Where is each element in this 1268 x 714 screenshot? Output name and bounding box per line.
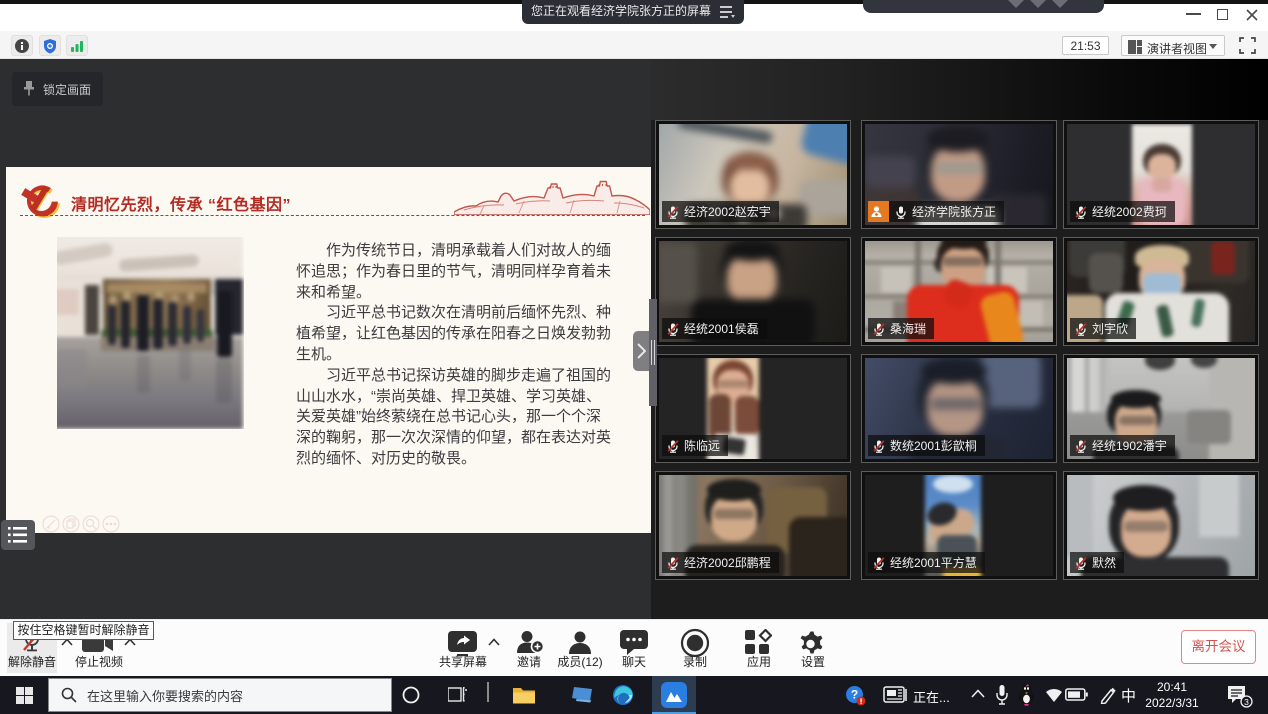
svg-text:3: 3	[1244, 697, 1249, 707]
